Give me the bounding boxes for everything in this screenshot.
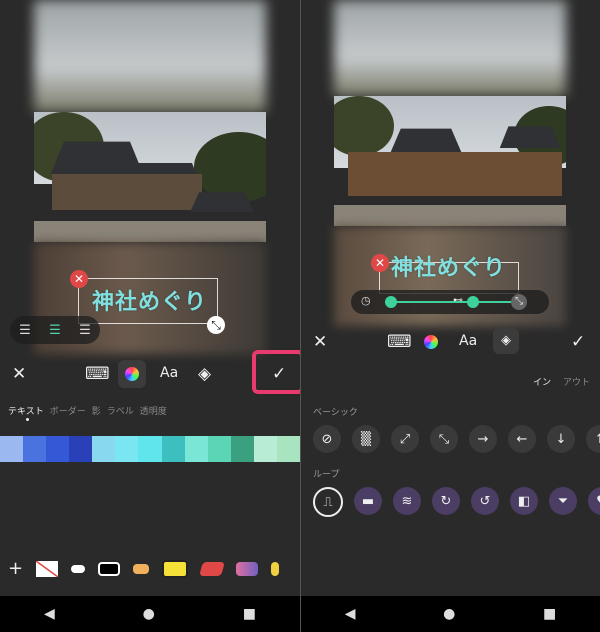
color-swatch[interactable] xyxy=(207,436,231,462)
color-swatch[interactable] xyxy=(253,436,277,462)
confirm-check-icon[interactable]: ✓ xyxy=(571,332,585,352)
alignment-selector: ☰ ☰ ☰ xyxy=(10,316,100,344)
resize-handle-icon[interactable]: ⤡ xyxy=(511,294,527,310)
tab-text[interactable]: テキスト xyxy=(8,404,44,417)
tab-border[interactable]: ボーダー xyxy=(50,404,86,417)
color-swatch[interactable] xyxy=(230,436,254,462)
color-wheel-icon[interactable] xyxy=(118,360,146,388)
add-style-button[interactable]: + xyxy=(8,558,23,579)
color-swatch[interactable] xyxy=(161,436,185,462)
back-icon[interactable]: ◀ xyxy=(345,606,356,622)
basic-animation-row: ⊘ ▒ ⤢ ⤡ → ← ↓ ↑ xyxy=(313,425,600,453)
delete-text-icon[interactable]: ✕ xyxy=(70,270,88,288)
align-right-icon[interactable]: ☰ xyxy=(79,323,91,338)
recents-icon[interactable]: ■ xyxy=(243,606,256,622)
style-chip-purple-gradient[interactable] xyxy=(236,561,259,576)
loop-animation-icon[interactable]: ⎍ xyxy=(313,487,343,517)
eraser-icon[interactable]: ◈ xyxy=(198,364,211,384)
resize-handle-icon[interactable]: ⤡ xyxy=(207,316,225,334)
animation-icon[interactable]: ◈ xyxy=(493,328,519,354)
color-swatch[interactable] xyxy=(184,436,208,462)
tab-shadow[interactable]: 影 xyxy=(92,404,101,417)
label-style-row: + xyxy=(8,558,280,579)
loop-animation-icon[interactable]: ↻ xyxy=(432,487,460,515)
loop-animation-icon[interactable]: ⏷ xyxy=(549,487,577,515)
basic-animation-icon[interactable]: ↓ xyxy=(547,425,575,453)
text-overlay[interactable]: 神社めぐり xyxy=(391,250,506,282)
color-swatch[interactable] xyxy=(92,436,116,462)
basic-animation-icon[interactable]: ▒ xyxy=(352,425,380,453)
loop-animation-row: ⎍ ▬ ≋ ↻ ↺ ◧ ⏷ ♥ xyxy=(313,487,600,517)
basic-animation-icon[interactable]: ← xyxy=(508,425,536,453)
link-icon: ⊷ xyxy=(453,295,463,306)
color-swatch[interactable] xyxy=(138,436,162,462)
shrine-photo xyxy=(334,96,566,226)
recents-icon[interactable]: ■ xyxy=(543,606,556,622)
color-swatch[interactable] xyxy=(46,436,70,462)
style-chip-black-outline[interactable] xyxy=(98,561,121,576)
style-chip-white-pill[interactable] xyxy=(71,564,86,573)
keyboard-icon[interactable]: ⌨ xyxy=(387,332,412,352)
close-icon[interactable]: ✕ xyxy=(12,364,26,384)
font-icon[interactable]: Aa xyxy=(160,365,178,381)
home-icon[interactable]: ● xyxy=(443,606,455,622)
style-tabs: テキスト ボーダー 影 ラベル 透明度 xyxy=(8,404,167,417)
style-chip-orange[interactable] xyxy=(133,563,150,574)
style-chip-red-slant[interactable] xyxy=(199,561,225,576)
color-swatch[interactable] xyxy=(69,436,93,462)
align-left-icon[interactable]: ☰ xyxy=(19,323,31,338)
color-swatch[interactable] xyxy=(115,436,139,462)
home-icon[interactable]: ● xyxy=(143,606,155,622)
delete-text-icon[interactable]: ✕ xyxy=(371,254,389,272)
blurred-photo-top xyxy=(34,0,266,112)
left-screen: 神社めぐり ✕ ⤡ ☰ ☰ ☰ ✕ ⌨ Aa ◈ ✓ テキスト ボーダー 影 ラ… xyxy=(0,0,300,632)
animation-timing-slider[interactable]: ◷ ⊷ ⤡ xyxy=(351,290,549,314)
active-tab-dot xyxy=(26,418,29,421)
shrine-photo xyxy=(34,112,266,242)
edit-toolbar: ✕ ⌨ Aa ◈ ✓ xyxy=(301,323,600,361)
basic-animation-icon[interactable]: → xyxy=(469,425,497,453)
slider-start-knob[interactable] xyxy=(385,296,397,308)
close-icon[interactable]: ✕ xyxy=(313,332,327,352)
tab-label[interactable]: ラベル xyxy=(107,404,134,417)
font-icon[interactable]: Aa xyxy=(459,333,477,349)
style-chip-yellow[interactable] xyxy=(162,559,189,578)
confirm-highlight-frame xyxy=(252,350,300,394)
basic-animation-icon[interactable]: ↑ xyxy=(586,425,600,453)
timer-icon: ◷ xyxy=(361,294,371,307)
color-swatch-row xyxy=(0,436,300,462)
toggle-in[interactable]: イン xyxy=(533,375,551,388)
section-loop-label: ループ xyxy=(313,470,340,480)
no-style-icon[interactable] xyxy=(36,560,59,577)
color-swatch[interactable] xyxy=(0,436,24,462)
keyboard-icon[interactable]: ⌨ xyxy=(85,364,110,384)
basic-animation-icon[interactable]: ⊘ xyxy=(313,425,341,453)
blurred-photo-top xyxy=(334,0,566,96)
color-swatch[interactable] xyxy=(23,436,47,462)
loop-animation-icon[interactable]: ▬ xyxy=(354,487,382,515)
loop-animation-icon[interactable]: ↺ xyxy=(471,487,499,515)
loop-animation-icon[interactable]: ◧ xyxy=(510,487,538,515)
basic-animation-icon[interactable]: ⤢ xyxy=(391,425,419,453)
toggle-out[interactable]: アウト xyxy=(563,375,590,388)
color-swatch[interactable] xyxy=(276,436,300,462)
text-overlay[interactable]: 神社めぐり xyxy=(92,284,207,316)
align-center-icon[interactable]: ☰ xyxy=(49,323,61,338)
loop-animation-icon[interactable]: ♥ xyxy=(588,487,600,515)
android-nav-bar: ◀ ● ■ xyxy=(301,596,600,632)
color-wheel-icon[interactable] xyxy=(424,335,438,349)
slider-end-knob[interactable] xyxy=(467,296,479,308)
android-nav-bar: ◀ ● ■ xyxy=(0,596,300,632)
loop-animation-icon[interactable]: ≋ xyxy=(393,487,421,515)
basic-animation-icon[interactable]: ⤡ xyxy=(430,425,458,453)
style-chip-partial[interactable] xyxy=(271,561,280,576)
right-screen: 神社めぐり ✕ ◷ ⊷ ⤡ ✕ ⌨ Aa ◈ ✓ イン アウト ベーシック ⊘ ▒… xyxy=(301,0,600,632)
tab-opacity[interactable]: 透明度 xyxy=(140,404,167,417)
back-icon[interactable]: ◀ xyxy=(44,606,55,622)
section-basic-label: ベーシック xyxy=(313,408,358,418)
